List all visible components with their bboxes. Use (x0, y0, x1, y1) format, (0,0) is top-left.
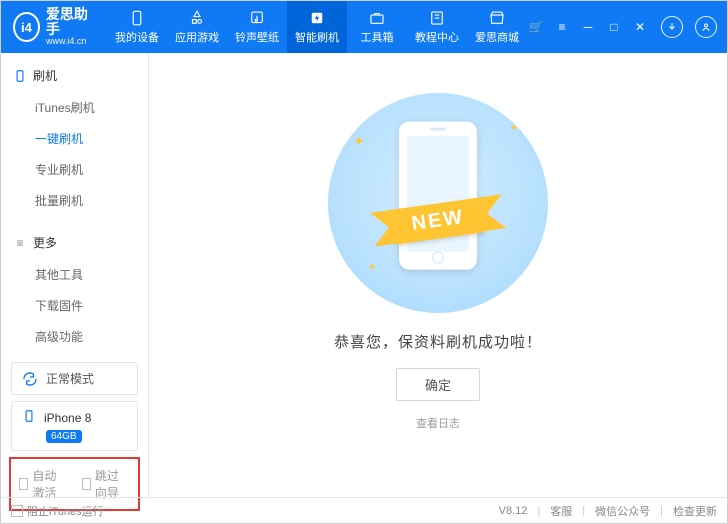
view-log-link[interactable]: 查看日志 (416, 415, 460, 431)
sidebar-item-itunes-flash[interactable]: iTunes刷机 (1, 92, 148, 123)
shop-icon (488, 9, 506, 27)
main-content: ✦ ✦ ✦ NEW 恭喜您，保资料刷机成功啦！ 确定 查看日志 (149, 53, 727, 497)
device-box[interactable]: iPhone 8 64GB (11, 401, 138, 451)
sidebar-item-advanced[interactable]: 高级功能 (1, 321, 148, 352)
header: i4 爱思助手 www.i4.cn 我的设备 应用游戏 铃声壁纸 智能刷机 工具… (1, 1, 727, 53)
tab-apps[interactable]: 应用游戏 (167, 1, 227, 53)
auto-activate-checkbox[interactable]: 自动激活 (19, 467, 68, 501)
user-button[interactable] (695, 16, 717, 38)
refresh-icon (22, 371, 38, 387)
brand-subtitle: www.i4.cn (46, 37, 95, 47)
sidebar-item-other-tools[interactable]: 其他工具 (1, 259, 148, 290)
cart-icon[interactable]: 🛒 (527, 18, 545, 36)
menu-icon[interactable]: ≡ (553, 18, 571, 36)
footer: 阻止iTunes运行 V8.12 | 客服 | 微信公众号 | 检查更新 (1, 497, 727, 523)
phone-icon (22, 409, 36, 426)
device-icon (128, 9, 146, 27)
skip-guide-checkbox[interactable]: 跳过向导 (82, 467, 131, 501)
device-name: iPhone 8 (44, 411, 91, 425)
checkbox-icon (19, 478, 28, 490)
tab-shop[interactable]: 爱思商城 (467, 1, 527, 53)
flash-icon (308, 9, 326, 27)
more-group-icon: ≡ (13, 236, 27, 250)
tab-my-device[interactable]: 我的设备 (107, 1, 167, 53)
wechat-link[interactable]: 微信公众号 (595, 503, 650, 519)
brand-title: 爱思助手 (46, 7, 95, 38)
apps-icon (188, 9, 206, 27)
top-tabs: 我的设备 应用游戏 铃声壁纸 智能刷机 工具箱 教程中心 爱思商城 (107, 1, 527, 53)
tab-toolbox[interactable]: 工具箱 (347, 1, 407, 53)
flash-group-icon (13, 69, 27, 83)
customer-service-link[interactable]: 客服 (550, 503, 572, 519)
check-update-link[interactable]: 检查更新 (673, 503, 717, 519)
sidebar-item-one-click-flash[interactable]: 一键刷机 (1, 123, 148, 154)
maximize-button[interactable]: □ (605, 18, 623, 36)
success-illustration: ✦ ✦ ✦ NEW (328, 93, 548, 313)
sidebar-item-pro-flash[interactable]: 专业刷机 (1, 154, 148, 185)
sidebar-item-batch-flash[interactable]: 批量刷机 (1, 185, 148, 216)
checkbox-icon (82, 478, 91, 490)
mode-box[interactable]: 正常模式 (11, 362, 138, 395)
block-itunes-checkbox[interactable]: 阻止iTunes运行 (11, 503, 104, 519)
sidebar-group-more[interactable]: ≡ 更多 (1, 230, 148, 255)
brand: 爱思助手 www.i4.cn (46, 7, 95, 48)
ok-button[interactable]: 确定 (396, 368, 480, 401)
book-icon (428, 9, 446, 27)
sidebar-item-download-firmware[interactable]: 下载固件 (1, 290, 148, 321)
checkbox-icon (11, 505, 23, 517)
logo-icon: i4 (13, 12, 40, 42)
tab-ringtones[interactable]: 铃声壁纸 (227, 1, 287, 53)
sidebar: 刷机 iTunes刷机 一键刷机 专业刷机 批量刷机 ≡ 更多 其他工具 下载固… (1, 53, 149, 497)
version-label: V8.12 (499, 505, 528, 517)
minimize-button[interactable]: ─ (579, 18, 597, 36)
music-icon (248, 9, 266, 27)
download-button[interactable] (661, 16, 683, 38)
tab-smart-flash[interactable]: 智能刷机 (287, 1, 347, 53)
window-controls: 🛒 ≡ ─ □ ✕ (527, 16, 721, 38)
tab-tutorials[interactable]: 教程中心 (407, 1, 467, 53)
storage-badge: 64GB (46, 430, 82, 443)
close-button[interactable]: ✕ (631, 18, 649, 36)
sidebar-group-flash[interactable]: 刷机 (1, 63, 148, 88)
mode-label: 正常模式 (46, 370, 94, 387)
toolbox-icon (368, 9, 386, 27)
success-message: 恭喜您，保资料刷机成功啦！ (334, 331, 542, 352)
